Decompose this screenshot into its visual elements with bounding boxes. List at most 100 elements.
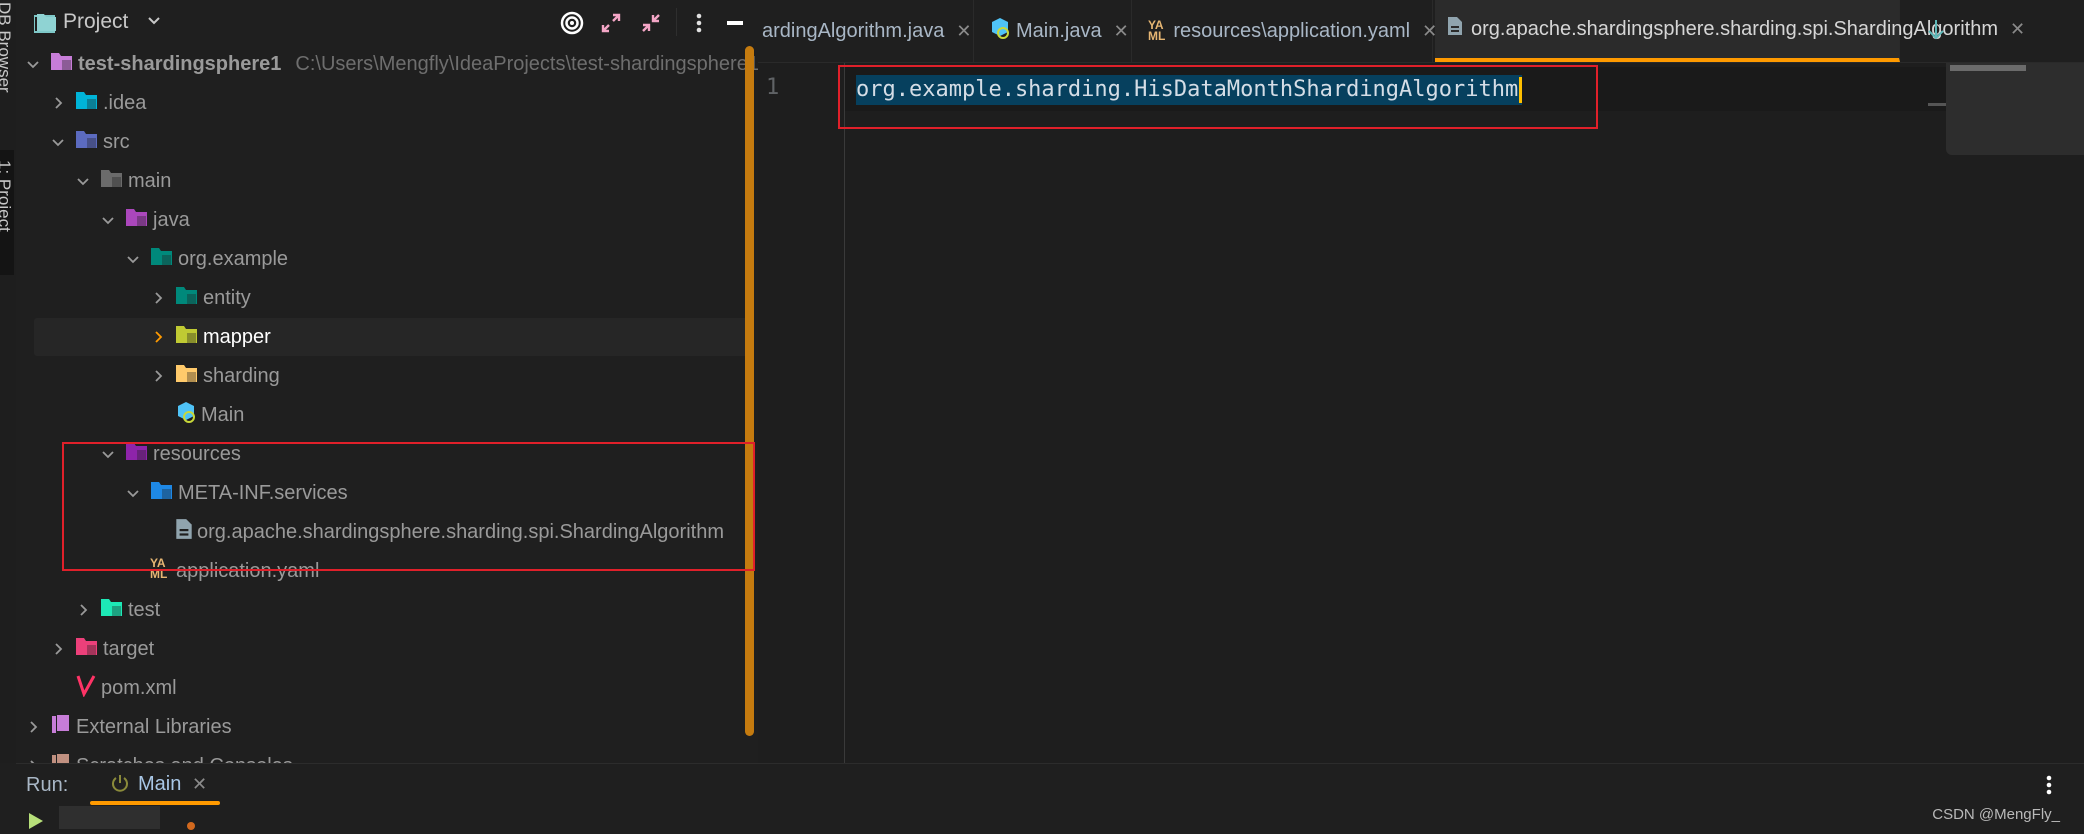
entity-folder-icon	[175, 284, 199, 312]
tab-label: Main.java	[1016, 19, 1102, 42]
tree-item[interactable]: main	[16, 162, 738, 200]
tree-item[interactable]: mapper	[34, 318, 754, 356]
tree-item-label: test	[128, 598, 161, 621]
tree-item-label: org.example	[178, 247, 289, 270]
text-file-icon	[1447, 16, 1463, 42]
db-browser-tab[interactable]: DB Browser	[0, 2, 14, 93]
arrow-down-icon[interactable]	[1926, 18, 1946, 47]
chevron-down-icon[interactable]	[76, 174, 90, 188]
chevron-right-icon[interactable]	[151, 291, 165, 305]
chevron-right-icon[interactable]	[51, 96, 65, 110]
tree-item-label: .idea	[103, 91, 147, 114]
play-icon[interactable]	[28, 812, 44, 834]
close-icon[interactable]: ✕	[956, 21, 971, 42]
libraries-icon	[50, 713, 72, 741]
power-icon	[110, 773, 130, 798]
module-folder-icon	[50, 50, 74, 78]
close-icon[interactable]: ✕	[192, 774, 207, 795]
java-folder-icon	[125, 206, 149, 234]
tree-item-label: entity	[203, 286, 251, 309]
tree-item[interactable]: Main	[16, 396, 738, 434]
console-toolbar-selected[interactable]	[59, 806, 160, 829]
tree-item-label: target	[103, 637, 155, 660]
java-class-icon	[175, 400, 197, 430]
chevron-right-icon[interactable]	[151, 369, 165, 383]
tree-item-label: pom.xml	[101, 676, 177, 699]
editor-gutter: 1	[758, 63, 845, 763]
editor-tab-bar: ardingAlgorithm.java ✕ Main.java ✕ YA ML re…	[758, 0, 2084, 63]
tree-item[interactable]: Scratches and Consoles	[16, 747, 738, 763]
close-icon[interactable]: ✕	[1114, 21, 1129, 42]
tab-application-yaml[interactable]: YA ML resources\application.yaml ✕	[1134, 0, 1437, 62]
tree-item[interactable]: .idea	[16, 84, 738, 122]
chevron-down-icon[interactable]	[26, 57, 40, 71]
tree-item-label: src	[103, 130, 130, 153]
project-tree: test-shardingsphere1 C:\Users\Mengfly\Ide…	[16, 0, 758, 763]
project-tool-tab[interactable]: 1: Project	[0, 150, 14, 275]
folder-icon	[175, 362, 199, 390]
editor-scroll-thumb[interactable]	[1950, 65, 2026, 71]
tab-label: ardingAlgorithm.java	[762, 19, 945, 42]
tree-item-label: sharding	[203, 364, 280, 387]
java-class-icon	[990, 16, 1010, 46]
run-label: Run:	[26, 774, 69, 796]
package-folder-icon	[150, 245, 174, 273]
tree-item[interactable]: pom.xml	[16, 669, 738, 707]
run-console-area	[0, 806, 2084, 830]
tree-item[interactable]: External Libraries	[16, 708, 738, 746]
tool-window-stripe: DB Browser 1: Project	[0, 0, 16, 763]
chevron-down-icon[interactable]	[51, 135, 65, 149]
chevron-down-icon[interactable]	[126, 252, 140, 266]
run-tool-bar: Run: Main ✕	[16, 763, 2084, 807]
chevron-down-icon[interactable]	[101, 213, 115, 227]
highlight-annotation-tree	[62, 442, 755, 571]
line-number: 1	[766, 75, 780, 100]
project-tool-tab-label: 1: Project	[0, 160, 14, 232]
tree-item-label: test-shardingsphere1	[78, 52, 282, 75]
tab-label: resources\application.yaml	[1173, 19, 1411, 42]
scratches-icon	[50, 752, 72, 763]
tree-item-label: main	[128, 169, 172, 192]
chevron-right-icon[interactable]	[76, 603, 90, 617]
tree-item-label: Scratches and Consoles	[76, 755, 293, 764]
project-panel: Project test-shardingsphere1 C:\Users\Men…	[16, 0, 758, 763]
tree-item[interactable]: test	[16, 591, 738, 629]
chevron-right-icon[interactable]	[51, 642, 65, 656]
tree-item[interactable]: test-shardingsphere1 C:\Users\Mengfly\Ide…	[16, 45, 758, 83]
idea-folder-icon	[75, 89, 99, 117]
tree-item-label: Main	[201, 403, 245, 426]
tree-item[interactable]: java	[16, 201, 738, 239]
tree-item[interactable]: org.example	[16, 240, 738, 278]
yaml-file-icon: YA ML	[1148, 18, 1166, 43]
maven-icon	[75, 673, 97, 703]
target-folder-icon	[75, 635, 99, 663]
more-vertical-icon[interactable]	[2046, 775, 2052, 800]
project-path: C:\Users\Mengfly\IdeaProjects\test-shard…	[295, 52, 758, 75]
tab-sharding-algorithm-java[interactable]: ardingAlgorithm.java ✕	[758, 0, 974, 62]
tree-item[interactable]: src	[16, 123, 738, 161]
tree-item-label: External Libraries	[76, 715, 232, 738]
run-tab-main[interactable]: Main ✕	[90, 764, 220, 804]
tab-main-java[interactable]: Main.java ✕	[976, 0, 1132, 62]
tab-sharding-algorithm-spi[interactable]: org.apache.shardingsphere.sharding.spi.S…	[1435, 0, 2025, 62]
chevron-right-icon[interactable]	[26, 720, 40, 734]
tree-item[interactable]: entity	[16, 279, 738, 317]
editor-area[interactable]: 1 org.example.sharding.HisDataMonthShard…	[758, 63, 2084, 763]
tree-item[interactable]: sharding	[16, 357, 738, 395]
run-tab-label: Main	[138, 773, 182, 795]
tree-item-label: java	[153, 208, 190, 231]
tree-item-label: mapper	[203, 325, 271, 348]
editor-overview-panel	[1946, 63, 2084, 155]
tab-label: org.apache.shardingsphere.sharding.spi.S…	[1471, 17, 1998, 40]
chevron-right-icon[interactable]	[151, 330, 165, 344]
source-folder-icon	[75, 128, 99, 156]
close-icon[interactable]: ✕	[2010, 19, 2025, 40]
highlight-annotation-editor	[838, 65, 1598, 129]
tree-scrollbar[interactable]	[745, 46, 754, 736]
watermark: CSDN @MengFly_	[1932, 806, 2060, 823]
test-folder-icon	[100, 596, 124, 624]
tree-item[interactable]: target	[16, 630, 738, 668]
run-tab-underline	[90, 801, 220, 805]
